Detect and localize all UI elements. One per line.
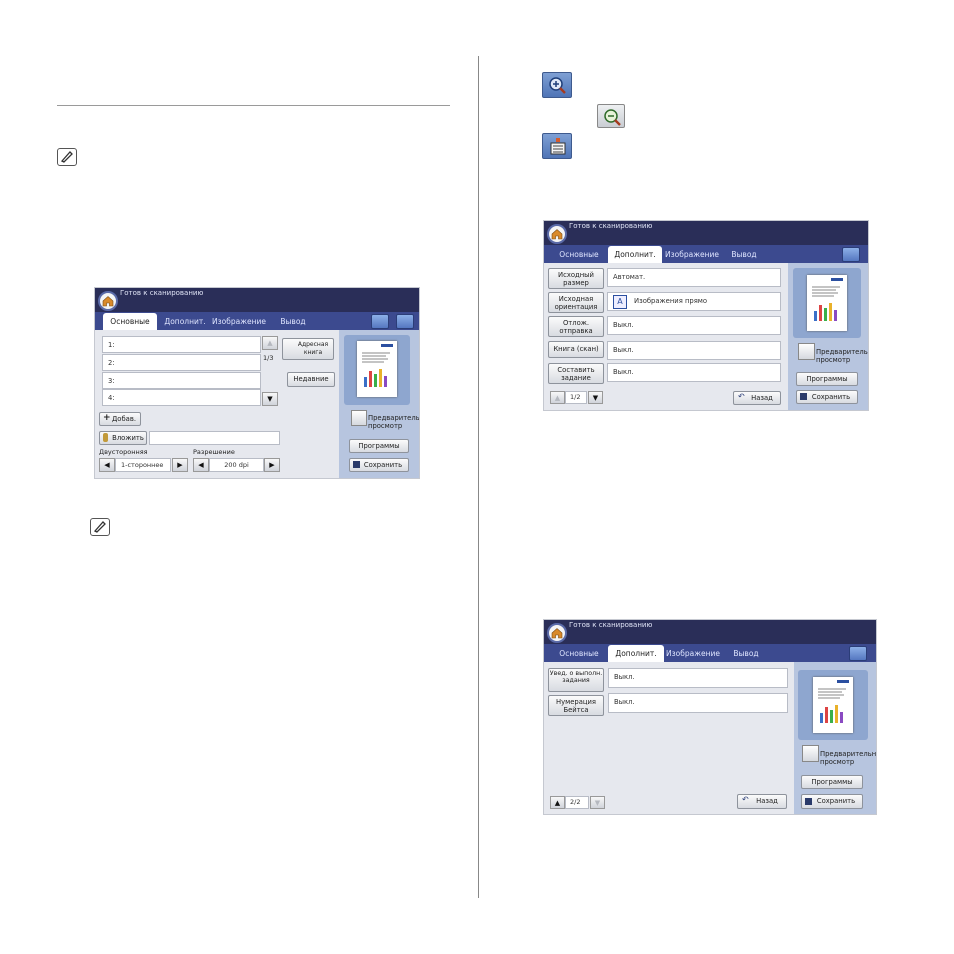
floppy-icon: [800, 393, 807, 400]
delay-send-value: Выкл.: [607, 316, 781, 335]
book-scan-value: Выкл.: [607, 341, 781, 360]
page-down-icon[interactable]: ▼: [588, 391, 603, 404]
tab-advanced[interactable]: Дополнит.: [161, 314, 209, 330]
duplex-next-icon[interactable]: ▶: [172, 458, 188, 472]
home-button[interactable]: [547, 224, 567, 244]
note-icon: [90, 518, 110, 536]
page-up-icon[interactable]: ▲: [550, 391, 565, 404]
tab-basic[interactable]: Основные: [103, 313, 157, 330]
bates-numbering-button[interactable]: Нумерация Бейтса: [548, 695, 604, 716]
back-arrow-icon: ↶: [742, 795, 749, 804]
resolution-value: 200 dpi: [209, 458, 264, 472]
duplex-value: 1-стороннее: [115, 458, 171, 472]
resolution-next-icon[interactable]: ▶: [264, 458, 280, 472]
build-job-button[interactable]: Составить задание: [548, 363, 604, 384]
scan-screen-advanced-2: Готов к сканированию Основные Дополнит. …: [543, 619, 877, 815]
scan-screen-advanced-1: Готов к сканированию Основные Дополнит. …: [543, 220, 869, 411]
bates-numbering-value: Выкл.: [608, 693, 788, 713]
tab-advanced[interactable]: Дополнит.: [608, 645, 664, 662]
preview-thumbnail: [813, 677, 853, 733]
page-up-icon[interactable]: ▲: [550, 796, 565, 809]
preview-checkbox[interactable]: [802, 745, 819, 762]
address-book-button[interactable]: Адресная книга: [282, 338, 334, 360]
home-button[interactable]: [98, 291, 118, 311]
page-counter: 2/2: [565, 796, 589, 809]
home-button[interactable]: [547, 623, 567, 643]
resolution-prev-icon[interactable]: ◀: [193, 458, 209, 472]
scroll-up-icon[interactable]: ▲: [262, 336, 278, 350]
status-text: Готов к сканированию: [569, 621, 653, 629]
status-text: Готов к сканированию: [569, 222, 653, 230]
attach-field[interactable]: [149, 431, 280, 445]
tab-output[interactable]: Вывод: [273, 314, 313, 330]
status-text: Готов к сканированию: [120, 289, 204, 297]
book-scan-button[interactable]: Книга (скан): [548, 341, 604, 358]
note-icon: [57, 148, 77, 166]
paperclip-icon: [103, 433, 108, 442]
tab-basic[interactable]: Основные: [552, 247, 606, 263]
orientation-icon: A: [613, 295, 627, 309]
orientation-button[interactable]: Исходная ориентация: [548, 292, 604, 313]
page-counter: 1/2: [565, 391, 587, 404]
tab-output[interactable]: Вывод: [726, 646, 766, 662]
tab-image[interactable]: Изображение: [664, 247, 720, 263]
programs-button[interactable]: Программы: [801, 775, 863, 789]
programs-button[interactable]: Программы: [349, 439, 409, 453]
floppy-icon: [353, 461, 360, 468]
build-job-value: Выкл.: [607, 363, 781, 382]
original-size-value: Автомат.: [607, 268, 781, 287]
resolution-label: Разрешение: [193, 448, 235, 456]
preview-checkbox[interactable]: [351, 410, 367, 426]
section-rule: [57, 105, 450, 106]
zoom-out-icon: [597, 104, 625, 128]
floppy-icon: [805, 798, 812, 805]
zoom-in-icon: [542, 72, 572, 98]
fit-page-icon: [542, 133, 572, 159]
preview-checkbox[interactable]: [798, 343, 815, 360]
scroll-down-icon[interactable]: ▼: [262, 392, 278, 406]
duplex-label: Двусторонняя: [99, 448, 148, 456]
tab-image[interactable]: Изображение: [211, 314, 267, 330]
original-size-button[interactable]: Исходный размер: [548, 268, 604, 289]
page-down-icon[interactable]: ▼: [590, 796, 605, 809]
search-icon[interactable]: [371, 314, 389, 329]
plus-icon: +: [103, 413, 111, 423]
job-notify-value: Выкл.: [608, 668, 788, 688]
programs-button[interactable]: Программы: [796, 372, 858, 386]
tab-advanced[interactable]: Дополнит.: [608, 246, 662, 263]
job-notify-button[interactable]: Увед. о выполн. задания: [548, 668, 604, 692]
preview-label: Предварительный просмотр: [368, 414, 420, 430]
scan-screen-basic: Готов к сканированию Основные Дополнит. …: [94, 287, 420, 479]
back-arrow-icon: ↶: [738, 392, 745, 401]
fit-page-icon[interactable]: [396, 314, 414, 329]
recipient-field-1[interactable]: 1:: [102, 336, 261, 353]
preview-thumbnail: [807, 275, 847, 331]
recipient-field-3[interactable]: 3:: [102, 372, 261, 389]
preview-label: Предварительный просмотр: [816, 348, 868, 364]
tab-image[interactable]: Изображение: [665, 646, 721, 662]
fit-page-icon[interactable]: [842, 247, 860, 262]
page-counter: 1/3: [263, 354, 274, 362]
duplex-prev-icon[interactable]: ◀: [99, 458, 115, 472]
recent-button[interactable]: Недавние: [287, 372, 335, 387]
preview-thumbnail: [357, 341, 397, 397]
tab-basic[interactable]: Основные: [552, 646, 606, 662]
orientation-value: Изображения прямо: [607, 292, 781, 311]
delay-send-button[interactable]: Отлож. отправка: [548, 316, 604, 337]
column-divider: [478, 56, 479, 898]
recipient-field-4[interactable]: 4:: [102, 389, 261, 406]
recipient-field-2[interactable]: 2:: [102, 354, 261, 371]
preview-label: Предварительный просмотр: [820, 750, 877, 766]
fit-page-icon[interactable]: [849, 646, 867, 661]
tab-output[interactable]: Вывод: [724, 247, 764, 263]
